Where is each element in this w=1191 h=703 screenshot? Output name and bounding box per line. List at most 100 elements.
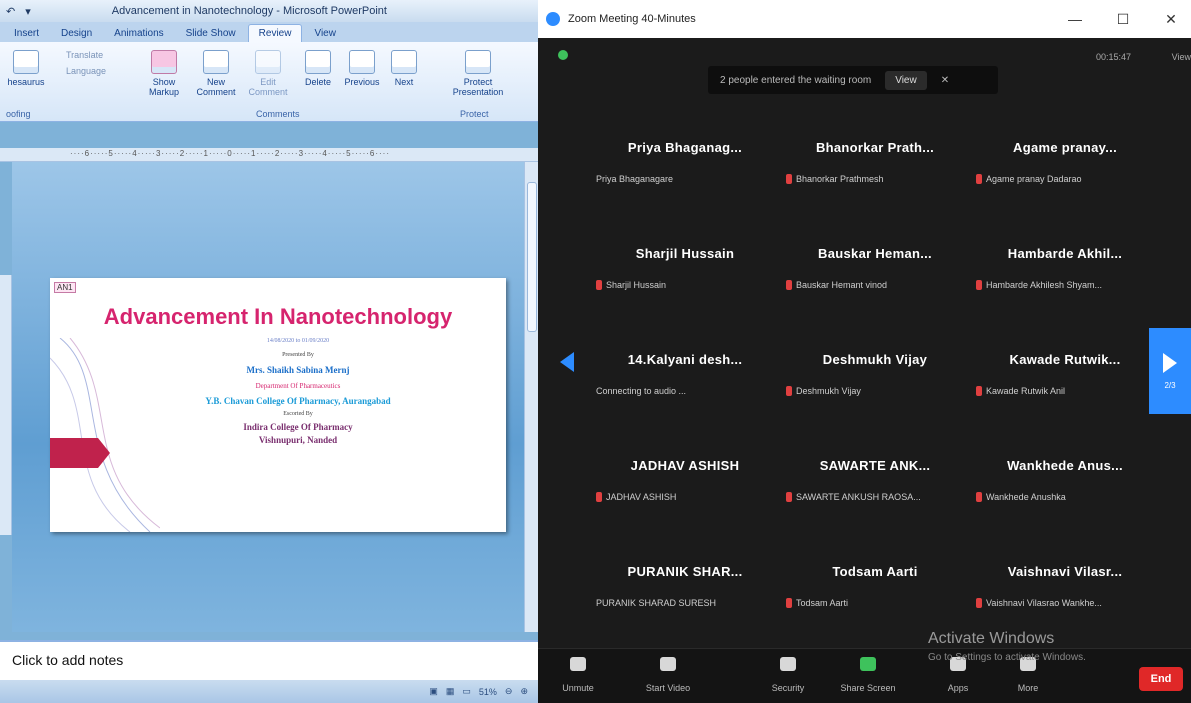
participant-name-label: Todsam Aarti [786,598,848,608]
zoom-in-icon[interactable]: ⊕ [520,686,528,697]
participant-name-label: SAWARTE ANKUSH RAOSA... [786,492,921,502]
tab-view[interactable]: View [304,25,346,42]
language-button[interactable]: Language [66,66,106,76]
ppt-status-bar: ▣ ▦ ▭ 51% ⊖ ⊕ [0,680,538,703]
participant-full-name: SAWARTE ANKUSH RAOSA... [796,492,921,502]
close-icon[interactable]: ✕ [1151,11,1191,28]
slide[interactable]: AN1 Advancement In Nanotechnology 14/08/… [50,278,506,532]
page-indicator: 2/3 [1164,380,1176,390]
share-screen-label: Share Screen [840,683,896,693]
security-label: Security [771,683,805,693]
tab-design[interactable]: Design [51,25,102,42]
undo-icon[interactable]: ↶ [6,5,15,18]
participant-display-name: Bhanorkar Prath... [815,140,935,155]
next-page-button[interactable]: 2/3 [1149,328,1191,414]
participant-full-name: Hambarde Akhilesh Shyam... [986,280,1103,290]
new-comment-icon [203,50,229,74]
new-comment-button[interactable]: New Comment [194,50,238,97]
banner-close-icon[interactable]: ✕ [941,75,949,86]
thesaurus-button[interactable]: hesaurus [4,50,48,87]
view-sorter-icon[interactable]: ▦ [446,686,455,697]
unmute-label: Unmute [562,683,594,693]
muted-microphone-icon [786,598,792,608]
participant-full-name: Todsam Aarti [796,598,849,608]
participant-display-name: Bauskar Heman... [818,246,932,261]
tab-animations[interactable]: Animations [104,25,173,42]
view-normal-icon[interactable]: ▣ [429,686,438,697]
slide-escorted-by: Escorted By [283,411,313,417]
zoom-out-icon[interactable]: ⊖ [505,686,513,697]
next-comment-button[interactable]: Next [382,50,426,87]
participant-tile[interactable]: JADHAV ASHISH JADHAV ASHISH [590,438,780,524]
participant-display-name: Hambarde Akhil... [1007,246,1123,261]
participant-tile[interactable]: Todsam Aarti Todsam Aarti [780,544,970,630]
participant-name-label: Vaishnavi Vilasrao Wankhe... [976,598,1102,608]
delete-comment-icon [305,50,331,74]
delete-label: Delete [304,77,331,87]
participant-display-name: Kawade Rutwik... [1009,352,1121,367]
participant-tile[interactable]: 14.Kalyani desh... Connecting to audio ..… [590,332,780,418]
participant-tile[interactable]: Priya Bhaganag... Priya Bhaganagare [590,120,780,206]
participant-tile[interactable]: Bhanorkar Prath... Bhanorkar Prathmesh [780,120,970,206]
participant-tile[interactable]: Agame pranay... Agame pranay Dadarao [970,120,1160,206]
muted-microphone-icon [596,280,602,290]
zoom-level[interactable]: 51% [479,687,497,697]
muted-microphone-icon [786,174,792,184]
ppt-window-title: Advancement in Nanotechnology - Microsof… [111,5,387,17]
participant-full-name: Bhanorkar Prathmesh [796,174,884,184]
start-video-button[interactable]: Start Video [628,657,708,693]
zoom-logo-icon [546,12,560,26]
end-meeting-button[interactable]: End [1139,667,1183,691]
participant-tile[interactable]: Bauskar Heman... Bauskar Hemant vinod [780,226,970,312]
share-screen-button[interactable]: Share Screen [828,657,908,693]
tab-slide-show[interactable]: Slide Show [176,25,246,42]
participant-tile[interactable]: Deshmukh Vijay Deshmukh Vijay [780,332,970,418]
participant-tile[interactable]: SAWARTE ANK... SAWARTE ANKUSH RAOSA... [780,438,970,524]
slide-presenter: Mrs. Shaikh Sabina Mernj [246,365,350,375]
maximize-icon[interactable]: ☐ [1103,11,1143,28]
muted-microphone-icon [976,598,982,608]
activate-windows-subtext: Go to Settings to activate Windows. [928,652,1086,663]
prev-page-icon[interactable] [560,352,574,372]
participant-full-name: Agame pranay Dadarao [986,174,1082,184]
tab-insert[interactable]: Insert [4,25,49,42]
participant-tile[interactable]: Kawade Rutwik... Kawade Rutwik Anil [970,332,1160,418]
view-slideshow-icon[interactable]: ▭ [462,686,471,697]
meeting-toolbar: Unmute Start Video Security Share Screen… [538,648,1191,703]
waiting-view-button[interactable]: View [885,70,927,90]
edit-comment-button[interactable]: Edit Comment [246,50,290,97]
muted-microphone-icon [976,174,982,184]
participant-tile[interactable]: Wankhede Anus... Wankhede Anushka [970,438,1160,524]
participant-display-name: Priya Bhaganag... [627,140,743,155]
protect-presentation-button[interactable]: Protect Presentation [448,50,508,97]
minimize-icon[interactable]: — [1055,11,1095,27]
apps-label: Apps [947,683,969,693]
scroll-thumb[interactable] [527,182,537,332]
meeting-timer: 00:15:47 [1095,52,1131,62]
security-button[interactable]: Security [748,657,828,693]
muted-microphone-icon [976,386,982,396]
muted-microphone-icon [786,280,792,290]
vertical-scrollbar[interactable] [524,162,538,632]
unmute-button[interactable]: Unmute [538,657,618,693]
participant-name-label: JADHAV ASHISH [596,492,676,502]
participant-tile[interactable]: Vaishnavi Vilasr... Vaishnavi Vilasrao Wa… [970,544,1160,630]
delete-comment-button[interactable]: Delete [296,50,340,87]
muted-microphone-icon [976,492,982,502]
notes-pane[interactable]: Click to add notes [0,640,538,680]
participant-display-name: Wankhede Anus... [1007,458,1123,473]
translate-button[interactable]: Translate [66,50,103,60]
ribbon-tabs: Insert Design Animations Slide Show Revi… [0,22,538,42]
view-layout-button[interactable]: View [1172,52,1191,62]
more-label: More [1017,683,1039,693]
show-markup-button[interactable]: Show Markup [142,50,186,97]
markup-icon [151,50,177,74]
previous-comment-button[interactable]: Previous [340,50,384,87]
participant-tile[interactable]: PURANIK SHAR... PURANIK SHARAD SURESH [590,544,780,630]
quick-access-icon[interactable]: ▾ [25,5,31,18]
security-shield-icon[interactable] [558,50,568,60]
tab-review[interactable]: Review [247,24,303,42]
comment-marker[interactable]: AN1 [54,282,76,293]
participant-tile[interactable]: Sharjil Hussain Sharjil Hussain [590,226,780,312]
participant-tile[interactable]: Hambarde Akhil... Hambarde Akhilesh Shyam… [970,226,1160,312]
